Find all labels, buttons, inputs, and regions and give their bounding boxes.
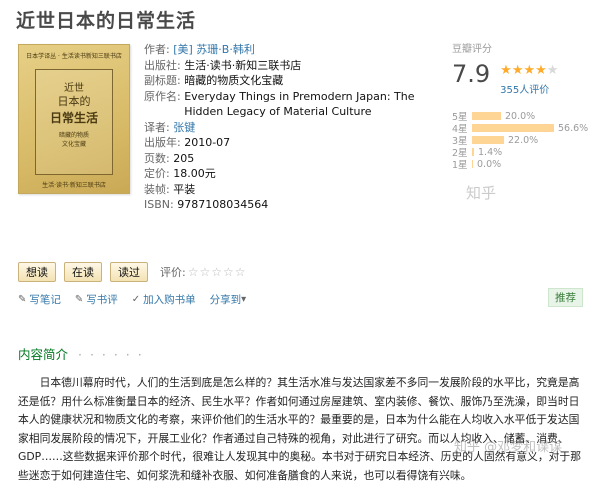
info-subtitle-row: 副标题: 暗藏的物质文化宝藏 [144,73,424,89]
cart-icon: ✓ [131,294,141,305]
rating-stars-empty: ★ [546,63,559,78]
rating-distribution: 5星 20.0% 4星 56.6% 3星 22.0% 2星 1.4% 1星 0.0% [452,110,592,172]
rating-dist-bar [472,160,473,168]
rating-dist-bar [472,124,554,132]
watermark-text: 知乎 @邓梦和谍谋 [454,440,563,455]
reading-button[interactable]: 在读 [64,262,102,282]
rating-dist-bar [472,112,501,120]
info-binding-key: 装帧: [144,182,170,196]
cover-subtitle-line1: 暗藏的物质 [58,132,89,139]
info-isbn-value: 9787108034564 [177,198,269,211]
rating-stars-icon: ★★★★★ [500,63,558,79]
info-translator-row: 译者: 张键 [144,120,424,136]
have-read-button[interactable]: 读过 [110,262,148,282]
links-bar: ✎ 写笔记 ✎ 写书评 ✓ 加入购书单 分享到 ▾ [18,292,263,307]
rating-dist-row: 1星 0.0% [452,158,592,172]
info-isbn-row: ISBN: 9787108034564 [144,197,424,213]
info-isbn-key: ISBN: [144,198,174,211]
rating-main: 7.9 ★★★★★ 355人评价 [452,59,592,96]
write-review-link[interactable]: ✎ 写书评 [75,292,118,307]
rating-dist-pct: 22.0% [508,134,539,146]
info-pages-key: 页数: [144,151,170,165]
info-author-key: 作者: [144,43,170,56]
info-publisher-key: 出版社: [144,58,181,72]
info-binding-row: 装帧: 平装 [144,182,424,198]
info-binding-value: 平装 [173,182,196,196]
info-price-value: 18.00元 [173,167,216,180]
pencil-icon: ✎ [74,294,84,305]
intro-paragraph: 日本德川幕府时代，人们的生活到底是怎么样的？其生活水准与发达国家差不多同一发展阶… [18,376,582,482]
info-date-key: 出版年: [144,136,181,149]
rating-stars-votes: ★★★★★ 355人评价 [500,59,558,96]
info-pages-value: 205 [173,151,195,165]
cover-title-line1: 近世 [64,83,84,94]
rating-dist-label: 1星 [452,160,468,171]
rating-votes-link[interactable]: 355人评价 [500,81,558,96]
intro-section-title: 内容简介 · · · · · · [18,344,144,363]
cover-publisher: 生活·读书·新知三联书店 [42,182,106,189]
rating-dist-row: 2星 1.4% [452,146,592,160]
watermark-logo: 知乎 [466,184,497,202]
info-subtitle-key: 副标题: [144,74,181,87]
info-original-value: Everyday Things in Premodern Japan: The … [184,89,415,119]
chevron-down-icon: ▾ [241,294,247,305]
rate-label: 评价: [160,266,186,279]
info-date-value: 2010-07 [184,136,231,149]
rate-stars-input[interactable]: ☆☆☆☆☆ [188,265,247,279]
cover-subtitle: 暗藏的物质 文化宝藏 [19,131,129,149]
rating-title: 豆瓣评分 [452,44,492,55]
rating-score: 7.9 [452,60,491,88]
share-link[interactable]: 分享到 ▾ [210,292,250,307]
info-author-row: 作者: [美] 苏珊·B·韩利 [144,42,424,58]
translator-link[interactable]: 张键 [173,120,195,136]
share-label: 分享到 [209,294,242,306]
add-to-booklist-link[interactable]: ✓ 加入购书单 [132,292,196,307]
want-to-read-button[interactable]: 想读 [18,262,56,282]
info-publisher-value: 生活·读书·新知三联书店 [184,58,302,72]
rating-dist-bar [472,148,474,156]
info-price-key: 定价: [144,167,170,180]
info-price-row: 定价: 18.00元 [144,166,424,182]
info-original-row: 原作名: Everyday Things in Premodern Japan:… [144,89,424,120]
rating-dist-row: 5星 20.0% [452,110,592,124]
rating-dist-pct: 0.0% [477,158,502,170]
write-note-label: 写笔记 [29,294,61,306]
rating-dist-pct: 20.0% [505,110,536,122]
info-subtitle-value: 暗藏的物质文化宝藏 [184,74,284,87]
add-to-booklist-label: 加入购书单 [143,294,196,306]
rating-dist-pct: 56.6% [558,122,589,134]
author-link[interactable]: [美] 苏珊·B·韩利 [173,42,255,58]
cover-title-line3: 日常生活 [49,111,98,125]
book-title: 近世日本的日常生活 [16,10,197,32]
rating-stars-filled: ★★★★ [500,63,547,78]
rating-dist-row: 4星 56.6% [452,122,592,136]
pencil-icon: ✎ [18,294,27,305]
info-publisher-row: 出版社: 生活·读书·新知三联书店 [144,58,424,74]
book-cover-image[interactable]: 日本学译丛 · 生活读书新知三联书店 近世 日本的 日常生活 暗藏的物质 文化宝… [18,44,130,194]
cover-top-text: 日本学译丛 · 生活读书新知三联书店 [26,53,122,60]
intro-content: 日本德川幕府时代，人们的生活到底是怎么样的？其生活水准与发达国家差不多同一发展阶… [18,374,588,485]
intro-title: 内容简介 [18,347,69,362]
rating-dist-pct: 1.4% [478,146,503,158]
write-review-label: 写书评 [86,294,118,306]
info-pages-row: 页数: 205 [144,151,424,167]
info-date-row: 出版年: 2010-07 [144,135,424,151]
write-note-link[interactable]: ✎ 写笔记 [18,292,61,307]
intro-dots: · · · · · · [78,347,144,362]
cover-subtitle-line2: 文化宝藏 [61,141,86,148]
book-info: 作者: [美] 苏珊·B·韩利 出版社: 生活·读书·新知三联书店 副标题: 暗… [144,42,424,213]
cover-title-line2: 日本的 [57,95,91,108]
info-translator-key: 译者: [144,120,170,134]
rating-dist-row: 3星 22.0% [452,134,592,148]
info-original-key: 原作名: [144,89,181,103]
rating-dist-bar [472,136,504,144]
recommend-button[interactable]: 推荐 [548,288,583,307]
rating-box: 豆瓣评分 7.9 ★★★★★ 355人评价 5星 20.0% 4星 56.6% 3星 22… [452,40,592,172]
action-bar: 想读 在读 读过 评价: ☆☆☆☆☆ [18,262,247,282]
